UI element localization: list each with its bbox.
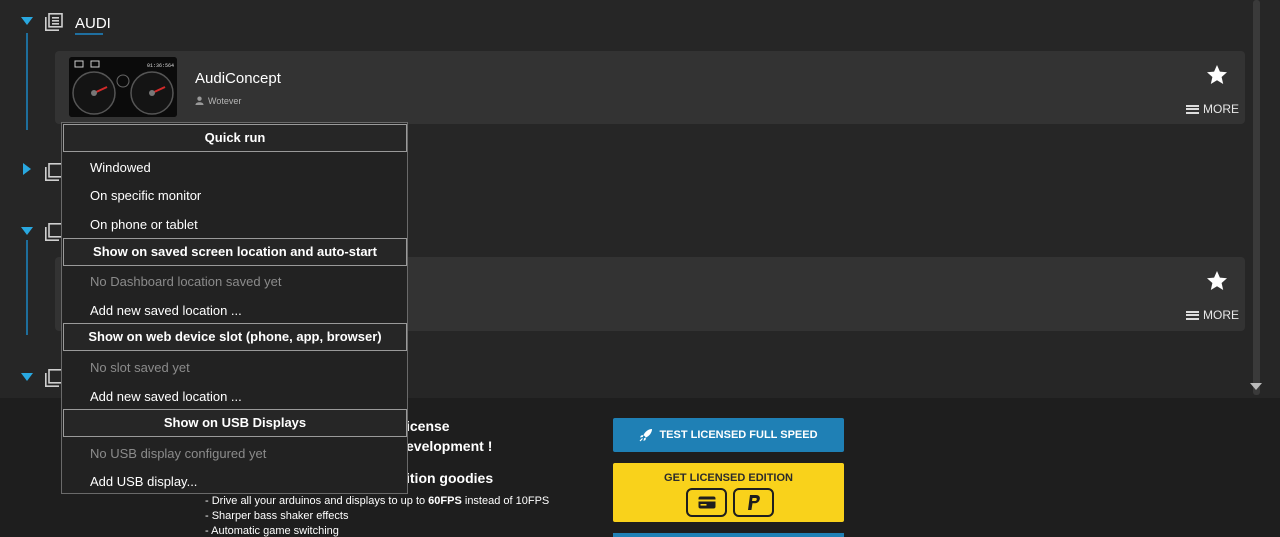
menu-item-no-slot: No slot saved yet — [90, 360, 190, 375]
star-icon[interactable] — [1205, 269, 1229, 293]
card-author: Wotever — [195, 96, 241, 106]
menu-item-no-location: No Dashboard location saved yet — [90, 274, 282, 289]
star-icon[interactable] — [1205, 63, 1229, 87]
group-title: AUDI — [75, 15, 111, 32]
user-icon — [195, 96, 204, 105]
gauge-image: 01:36:564 — [69, 57, 177, 117]
menu-item-specific-monitor[interactable]: On specific monitor — [90, 188, 201, 203]
promo-bullet-text: instead of 10FPS — [461, 495, 550, 507]
test-licensed-label: TEST LICENSED FULL SPEED — [659, 429, 818, 441]
menu-header-quick-run: Quick run — [63, 124, 407, 152]
quick-run-context-menu: Quick run Windowed On specific monitor O… — [61, 122, 408, 494]
paypal-icon — [747, 494, 760, 510]
promo-line-1: icense — [406, 418, 450, 434]
menu-header-saved-screen: Show on saved screen location and auto-s… — [63, 238, 407, 266]
more-button[interactable]: MORE — [1186, 102, 1239, 116]
get-licensed-button[interactable]: GET LICENSED EDITION — [613, 463, 844, 522]
tree-line — [26, 240, 28, 335]
menu-icon — [1186, 104, 1199, 114]
card-payment-button[interactable] — [686, 488, 727, 517]
paypal-button[interactable] — [733, 488, 774, 517]
card-title: AudiConcept — [195, 70, 281, 87]
dashboard-card[interactable]: 01:36:564 AudiConcept Wotever MORE — [55, 51, 1245, 124]
chevron-down-icon[interactable] — [21, 17, 33, 25]
promo-line-2: evelopment ! — [406, 438, 493, 454]
promo-bullet-text: - Sharper bass shaker effects — [205, 510, 349, 522]
dashboard-thumbnail: 01:36:564 — [69, 57, 177, 117]
menu-item-no-usb: No USB display configured yet — [90, 446, 267, 461]
menu-icon — [1186, 310, 1199, 320]
promo-bullet-text: - Automatic game switching — [205, 525, 339, 537]
chevron-down-icon[interactable] — [21, 227, 33, 235]
menu-item-add-slot-location[interactable]: Add new saved location ... — [90, 389, 242, 404]
rocket-icon — [640, 429, 653, 442]
group-header-audi[interactable]: AUDI — [0, 9, 300, 39]
menu-item-add-usb[interactable]: Add USB display... — [90, 474, 197, 489]
card-author-name: Wotever — [208, 96, 242, 106]
get-licensed-label: GET LICENSED EDITION — [664, 472, 793, 484]
bottom-button[interactable] — [613, 533, 844, 537]
chevron-down-icon[interactable] — [21, 373, 33, 381]
scrollbar-thumb[interactable] — [1253, 0, 1260, 395]
menu-item-phone-tablet[interactable]: On phone or tablet — [90, 217, 198, 232]
chevron-right-icon[interactable] — [23, 163, 31, 175]
menu-item-add-location[interactable]: Add new saved location ... — [90, 303, 242, 318]
thumb-clock-text: 01:36:564 — [147, 63, 174, 69]
credit-card-icon — [698, 496, 715, 509]
tree-line — [26, 33, 28, 130]
library-icon — [45, 13, 63, 31]
more-label: MORE — [1203, 102, 1239, 116]
more-button[interactable]: MORE — [1186, 308, 1239, 322]
menu-header-web-slot: Show on web device slot (phone, app, bro… — [63, 323, 407, 351]
promo-bullet-bold: 60FPS — [428, 495, 462, 507]
more-label: MORE — [1203, 308, 1239, 322]
test-licensed-button[interactable]: TEST LICENSED FULL SPEED — [613, 418, 844, 452]
promo-bullet-text: - Drive all your arduinos and displays t… — [205, 495, 429, 507]
promo-bullet: - Sharper bass shaker effects — [205, 510, 348, 522]
group-underline — [75, 33, 103, 35]
menu-header-usb: Show on USB Displays — [63, 409, 407, 437]
promo-line-3: ition goodies — [406, 470, 494, 486]
promo-bullet: - Automatic game switching — [205, 525, 339, 537]
promo-bullet: - Drive all your arduinos and displays t… — [205, 495, 549, 507]
menu-item-windowed[interactable]: Windowed — [90, 160, 151, 175]
scroll-down-arrow-icon[interactable] — [1250, 383, 1262, 390]
